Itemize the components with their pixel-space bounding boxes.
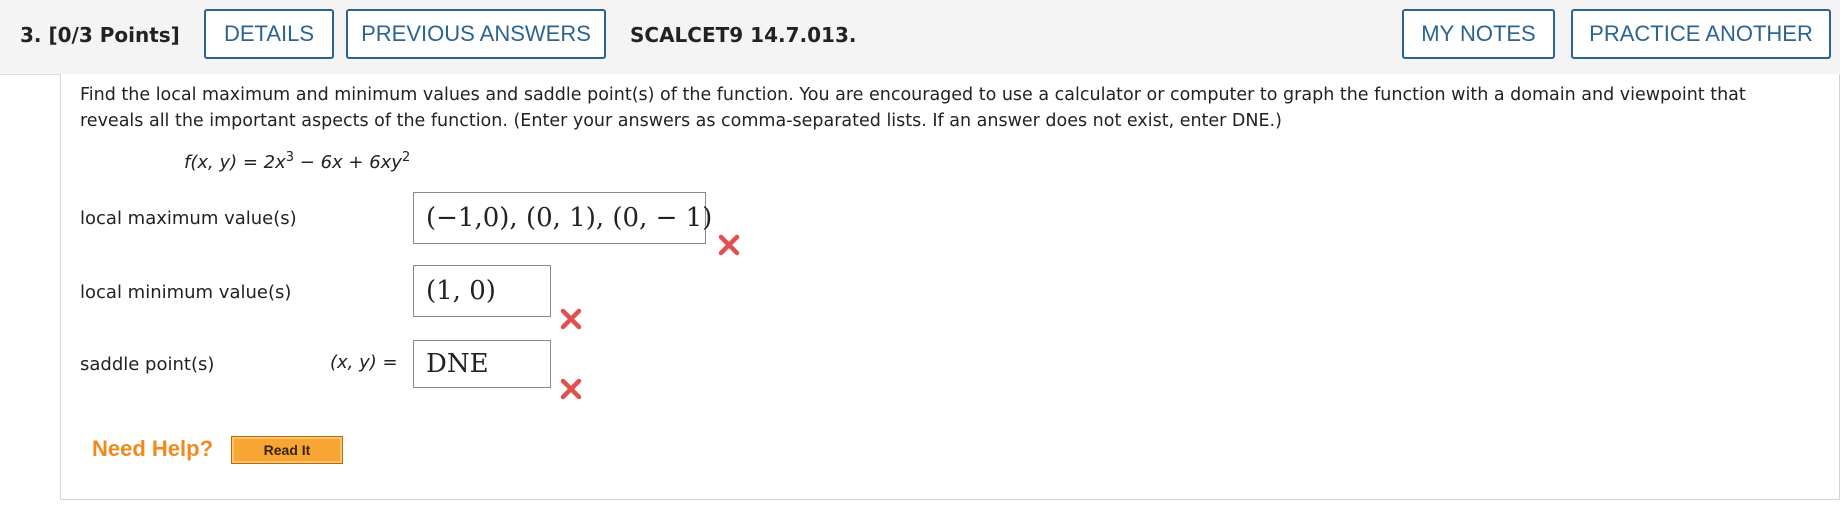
local-maximum-input[interactable]: (−1,0), (0, 1), (0, − 1) — [413, 192, 712, 244]
formula-exponent-1: 3 — [285, 150, 295, 165]
need-help-label: Need Help? — [92, 436, 214, 461]
question-code: SCALCET9 14.7.013. — [630, 23, 857, 47]
previous-answers-button[interactable]: PREVIOUS ANSWERS — [346, 9, 606, 59]
read-it-button[interactable]: Read It — [231, 436, 343, 464]
xy-equals-label: (x, y) = — [330, 352, 398, 373]
local-minimum-label: local minimum value(s) — [80, 282, 292, 303]
local-minimum-input[interactable]: (1, 0) — [413, 265, 551, 317]
incorrect-x-icon — [560, 308, 582, 330]
function-formula: f(x, y) = 2x3 − 6x + 6xy2 — [184, 150, 410, 173]
formula-exponent-2: 2 — [401, 150, 411, 165]
saddle-points-label: saddle point(s) — [80, 354, 215, 375]
incorrect-x-icon — [560, 378, 582, 400]
question-points-label: 3. [0/3 Points] — [20, 23, 180, 47]
saddle-points-input[interactable]: DNE — [413, 340, 551, 388]
question-prompt: Find the local maximum and minimum value… — [80, 85, 1746, 131]
details-button[interactable]: DETAILS — [204, 9, 334, 59]
local-maximum-label: local maximum value(s) — [80, 208, 297, 229]
incorrect-x-icon — [718, 234, 740, 256]
formula-middle: − 6x + 6xy — [294, 152, 402, 173]
question-header: 3. [0/3 Points] DETAILS PREVIOUS ANSWERS… — [0, 0, 1840, 75]
my-notes-button[interactable]: MY NOTES — [1402, 9, 1555, 59]
practice-another-button[interactable]: PRACTICE ANOTHER — [1571, 9, 1831, 59]
formula-prefix: f(x, y) = 2x — [184, 152, 286, 173]
